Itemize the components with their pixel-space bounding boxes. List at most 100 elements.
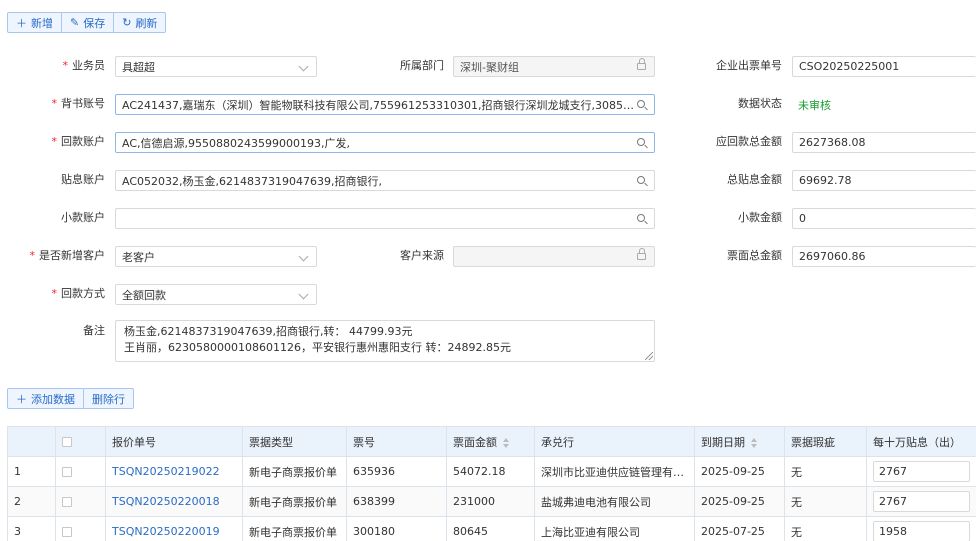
new-customer-value: 老客户: [122, 250, 155, 264]
lock-icon: [634, 248, 648, 263]
face-total-field[interactable]: 2697060.86: [792, 246, 976, 267]
bill-no-cell: 300180: [346, 516, 447, 541]
row-index: 1: [7, 456, 56, 487]
new-customer-select[interactable]: 老客户: [115, 246, 317, 267]
refund-total-field[interactable]: 2627368.08: [792, 132, 976, 153]
rate-input[interactable]: 2767: [873, 491, 970, 512]
refund-account-value: AC,信德启源,9550880243599000193,广发,: [122, 136, 350, 150]
table-row[interactable]: 1 TSQN20250219022 新电子商票报价单 635936 54072.…: [7, 456, 976, 487]
due-date-cell: 2025-09-25: [694, 456, 785, 487]
checkbox[interactable]: [62, 467, 72, 477]
add-button[interactable]: ＋ 新增: [7, 12, 62, 33]
save-button[interactable]: ✎ 保存: [62, 12, 115, 33]
checkbox[interactable]: [62, 437, 72, 447]
petty-account-input[interactable]: [115, 208, 655, 229]
department-field: 深圳-聚财组: [453, 56, 655, 77]
header-index: [7, 426, 56, 457]
rate-cell: 2767: [866, 486, 976, 517]
customer-source-label: 客户来源: [400, 249, 444, 262]
discount-account-input[interactable]: AC052032,杨玉金,6214837319047639,招商银行,: [115, 170, 655, 191]
defect-cell: 无: [784, 516, 867, 541]
search-icon[interactable]: [634, 136, 648, 149]
refresh-icon: ↻: [122, 16, 132, 29]
quote-table: 报价单号 票据类型 票号 票面金额 承兑行 到期日期 票据瑕疵 每十万贴息（出）…: [7, 426, 976, 541]
invoice-no-label: 企业出票单号: [716, 59, 782, 72]
refund-account-input[interactable]: AC,信德启源,9550880243599000193,广发,: [115, 132, 655, 153]
remark-textarea[interactable]: 杨玉金,6214837319047639,招商银行,转： 44799.93元 王…: [115, 320, 655, 362]
search-icon[interactable]: [634, 174, 648, 187]
discount-total-value: 69692.78: [799, 174, 852, 187]
checkbox[interactable]: [62, 497, 72, 507]
bill-type-cell: 新电子商票报价单: [242, 456, 347, 487]
header-defect[interactable]: 票据瑕疵: [784, 426, 867, 457]
delete-row-button[interactable]: 删除行: [84, 388, 134, 409]
row-select[interactable]: [55, 486, 106, 517]
add-data-label: 添加数据: [31, 392, 75, 406]
search-icon[interactable]: [634, 212, 648, 225]
rate-input[interactable]: 2767: [873, 461, 970, 482]
header-rate[interactable]: 每十万贴息（出）: [866, 426, 976, 457]
row-select[interactable]: [55, 516, 106, 541]
due-date-cell: 2025-09-25: [694, 486, 785, 517]
petty-amount-label: 小款金额: [738, 211, 782, 224]
sort-icon[interactable]: [503, 437, 509, 448]
remark-line-2: 王肖丽，6230580000108601126，平安银行惠州惠阳支行 转：248…: [124, 341, 511, 354]
plus-icon: ＋: [16, 16, 27, 30]
header-acceptor[interactable]: 承兑行: [534, 426, 695, 457]
quote-no-link[interactable]: TSQN20250219022: [105, 456, 243, 487]
header-bill-type[interactable]: 票据类型: [242, 426, 347, 457]
department-value: 深圳-聚财组: [460, 60, 519, 74]
data-status-value-wrap: 未审核: [792, 94, 976, 115]
table-row[interactable]: 3 TSQN20250220019 新电子商票报价单 300180 80645 …: [7, 516, 976, 541]
refund-account-label: * 回款账户: [51, 135, 106, 148]
header-bill-no[interactable]: 票号: [346, 426, 447, 457]
petty-amount-field[interactable]: 0: [792, 208, 976, 229]
due-date-cell: 2025-07-25: [694, 516, 785, 541]
top-toolbar: ＋ 新增 ✎ 保存 ↻ 刷新: [7, 12, 167, 33]
bill-no-cell: 635936: [346, 456, 447, 487]
edit-icon: ✎: [70, 16, 80, 29]
header-due-date[interactable]: 到期日期: [694, 426, 785, 457]
checkbox[interactable]: [62, 527, 72, 537]
quote-no-link[interactable]: TSQN20250220019: [105, 516, 243, 541]
bill-no-cell: 638399: [346, 486, 447, 517]
bill-type-cell: 新电子商票报价单: [242, 486, 347, 517]
face-amount-cell: 80645: [446, 516, 535, 541]
discount-total-field[interactable]: 69692.78: [792, 170, 976, 191]
lock-icon: [634, 58, 648, 73]
row-index: 3: [7, 516, 56, 541]
quote-no-link[interactable]: TSQN20250220018: [105, 486, 243, 517]
delete-row-label: 删除行: [92, 392, 125, 406]
data-status-label: 数据状态: [738, 97, 782, 110]
acceptor-cell: 深圳市比亚迪供应链管理有限公司: [534, 456, 695, 487]
refund-method-select[interactable]: 全额回款: [115, 284, 317, 305]
header-select-all[interactable]: [55, 426, 106, 457]
resize-handle-icon[interactable]: [645, 352, 653, 360]
salesman-select[interactable]: 具超超: [115, 56, 317, 77]
refund-method-label: * 回款方式: [51, 287, 106, 300]
refresh-button-label: 刷新: [135, 16, 158, 30]
sort-icon[interactable]: [751, 437, 757, 448]
rate-cell: 2767: [866, 456, 976, 487]
add-data-button[interactable]: ＋ 添加数据: [7, 388, 84, 409]
petty-amount-value: 0: [799, 212, 806, 225]
endorse-account-input[interactable]: AC241437,嘉瑞东（深圳）智能物联科技有限公司,7559612533103…: [115, 94, 655, 115]
refund-total-label: 应回款总金额: [716, 135, 782, 148]
rate-cell: 1958: [866, 516, 976, 541]
table-row[interactable]: 2 TSQN20250220018 新电子商票报价单 638399 231000…: [7, 486, 976, 517]
face-amount-cell: 231000: [446, 486, 535, 517]
face-total-label: 票面总金额: [727, 249, 782, 262]
header-face-amount[interactable]: 票面金额: [446, 426, 535, 457]
save-button-label: 保存: [83, 16, 106, 30]
bill-type-cell: 新电子商票报价单: [242, 516, 347, 541]
rate-input[interactable]: 1958: [873, 521, 970, 541]
grid-toolbar: ＋ 添加数据 删除行: [7, 388, 134, 409]
search-icon[interactable]: [634, 98, 648, 111]
refresh-button[interactable]: ↻ 刷新: [114, 12, 167, 33]
invoice-no-field[interactable]: CSO20250225001: [792, 56, 976, 77]
chevron-down-icon: [296, 60, 310, 73]
petty-account-label: 小款账户: [61, 211, 105, 224]
face-amount-cell: 54072.18: [446, 456, 535, 487]
row-select[interactable]: [55, 456, 106, 487]
header-quote-no[interactable]: 报价单号: [105, 426, 243, 457]
